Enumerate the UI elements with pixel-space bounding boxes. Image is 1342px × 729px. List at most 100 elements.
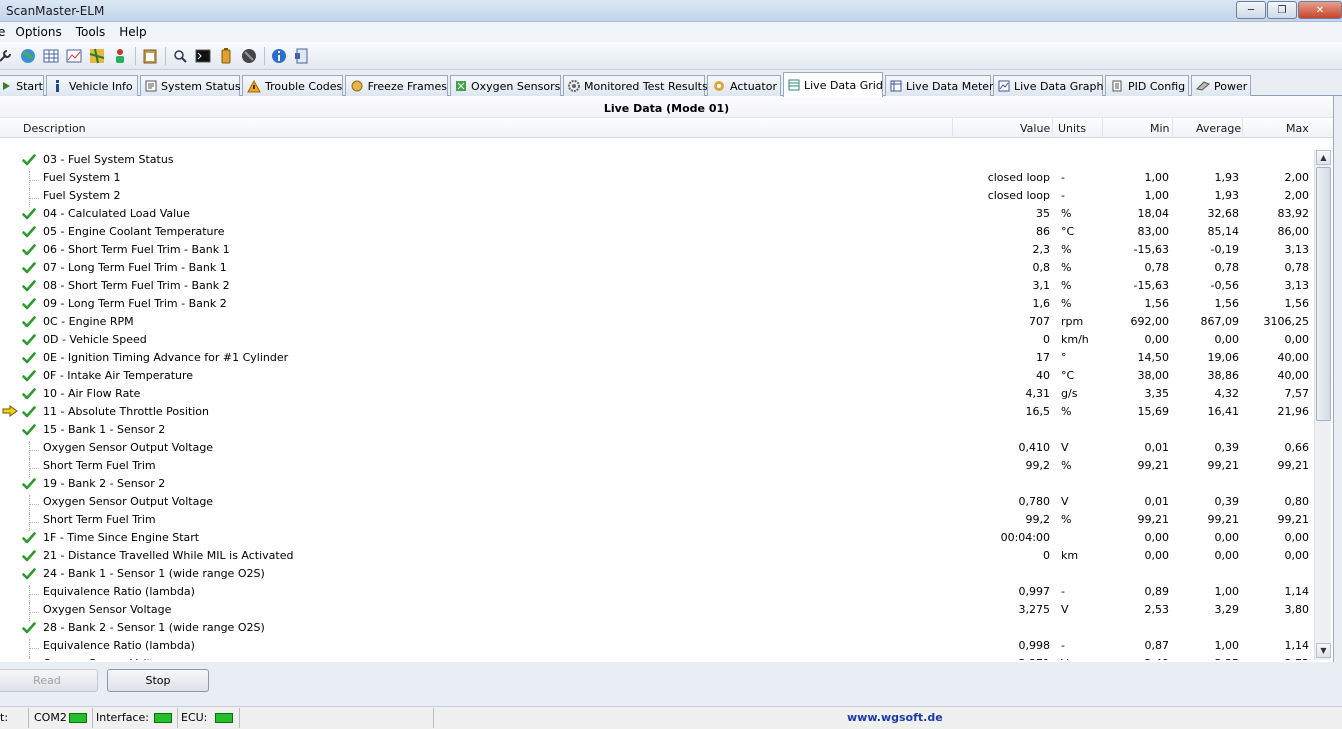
table-row[interactable]: 06 - Short Term Fuel Trim - Bank 1 2,3% -1… xyxy=(0,240,1314,258)
table-row[interactable]: 1F - Time Since Engine Start 00:04:00 0,00… xyxy=(0,528,1314,546)
check-icon[interactable] xyxy=(22,351,36,365)
minimize-button[interactable]: ─ xyxy=(1236,1,1266,19)
tab-live-data-meter[interactable]: Live Data Meter xyxy=(885,75,994,96)
check-icon[interactable] xyxy=(22,333,36,347)
check-icon[interactable] xyxy=(22,297,36,311)
table-row[interactable]: 10 - Air Flow Rate 4,31 g/s 3,35 4,32 7,57 xyxy=(0,384,1314,402)
battery-icon[interactable] xyxy=(217,47,235,65)
globe-icon[interactable] xyxy=(19,47,37,65)
stop-button[interactable]: Stop xyxy=(107,669,209,692)
col-min[interactable]: Min xyxy=(1150,122,1170,135)
tab-pid-config[interactable]: PID Config xyxy=(1105,75,1189,96)
action-buttons: Read Stop xyxy=(0,664,1342,698)
toolbar-separator xyxy=(135,46,136,65)
check-icon[interactable] xyxy=(22,225,36,239)
menu-help[interactable]: Help xyxy=(119,25,146,39)
vertical-scrollbar[interactable]: ▲ ▼ xyxy=(1314,150,1331,660)
check-icon[interactable] xyxy=(22,315,36,329)
maximize-button[interactable]: ❐ xyxy=(1267,1,1297,19)
check-icon[interactable] xyxy=(22,243,36,257)
table-row[interactable]: 05 - Engine Coolant Temperature 86 °C 83,00… xyxy=(0,222,1314,240)
table-row[interactable]: 28 - Bank 2 - Sensor 1 (wide range O2S) xyxy=(0,618,1314,636)
check-icon[interactable] xyxy=(22,621,36,635)
scroll-down-arrow[interactable]: ▼ xyxy=(1316,643,1331,658)
table-row[interactable]: Fuel System 1 closed loop - 1,00 1,93 2,00 xyxy=(0,168,1314,189)
wrench-icon[interactable] xyxy=(0,47,14,65)
row-unit: % xyxy=(1061,513,1072,526)
table-row[interactable]: 19 - Bank 2 - Sensor 2 xyxy=(0,474,1314,492)
table-row[interactable]: 03 - Fuel System Status xyxy=(0,150,1314,168)
table-row[interactable]: Short Term Fuel Trim 99,2% 99,21 99,21 99,21 xyxy=(0,510,1314,531)
table-row[interactable]: 04 - Calculated Load Value 35% 18,04 32,68 8… xyxy=(0,204,1314,222)
map-icon[interactable] xyxy=(88,47,106,65)
person-icon[interactable] xyxy=(111,47,129,65)
col-units[interactable]: Units xyxy=(1058,122,1086,135)
table-row[interactable]: Equivalence Ratio (lambda) 0,998- 0,87 1,00… xyxy=(0,636,1314,657)
check-icon[interactable] xyxy=(22,405,36,419)
row-min: 0,01 xyxy=(1144,441,1170,454)
menu-tools[interactable]: Tools xyxy=(76,25,106,39)
table-row[interactable]: 08 - Short Term Fuel Trim - Bank 2 3,1% -1… xyxy=(0,276,1314,294)
tab-label: Start xyxy=(16,79,43,93)
table-row[interactable]: 0F - Intake Air Temperature 40 °C 38,00 38,8… xyxy=(0,366,1314,384)
tab-live-data-grid[interactable]: Live Data Grid xyxy=(783,72,883,97)
table-row[interactable]: 09 - Long Term Fuel Trim - Bank 2 1,6% 1,5… xyxy=(0,294,1314,312)
row-min: 0,01 xyxy=(1144,495,1170,508)
menu-file[interactable]: e xyxy=(0,25,5,39)
check-icon[interactable] xyxy=(22,423,36,437)
table-row[interactable]: 11 - Absolute Throttle Position 16,5% 15,6… xyxy=(0,402,1314,420)
table-row[interactable]: 15 - Bank 1 - Sensor 2 xyxy=(0,420,1314,438)
menu-options[interactable]: Options xyxy=(15,25,61,39)
check-icon[interactable] xyxy=(22,153,36,167)
clipboard-icon[interactable] xyxy=(141,47,159,65)
close-button[interactable]: ✕ xyxy=(1298,1,1342,19)
info-icon[interactable] xyxy=(270,47,288,65)
tab-freeze-frames[interactable]: Freeze Frames xyxy=(345,75,448,96)
website-link[interactable]: www.wgsoft.de xyxy=(847,711,943,724)
check-icon[interactable] xyxy=(22,369,36,383)
grid-icon[interactable] xyxy=(42,47,60,65)
terminal-icon[interactable] xyxy=(194,47,212,65)
col-max[interactable]: Max xyxy=(1286,122,1309,135)
tab-start[interactable]: Start xyxy=(0,75,44,96)
scroll-up-arrow[interactable]: ▲ xyxy=(1316,150,1331,165)
check-icon[interactable] xyxy=(22,549,36,563)
tab-system-status[interactable]: System Status xyxy=(140,75,241,96)
col-description[interactable]: Description xyxy=(23,122,86,135)
tab-vehicle-info[interactable]: Vehicle Info xyxy=(46,75,138,96)
read-button[interactable]: Read xyxy=(0,669,98,692)
table-row[interactable]: Fuel System 2 closed loop - 1,00 1,93 2,00 xyxy=(0,186,1314,207)
tab-actuator[interactable]: Actuator xyxy=(707,75,781,96)
check-icon[interactable] xyxy=(22,207,36,221)
scroll-thumb[interactable] xyxy=(1316,167,1331,421)
col-value[interactable]: Value xyxy=(1020,122,1050,135)
table-row[interactable]: 24 - Bank 1 - Sensor 1 (wide range O2S) xyxy=(0,564,1314,582)
document-icon[interactable] xyxy=(293,47,311,65)
table-row[interactable]: 21 - Distance Travelled While MIL is Act… xyxy=(0,546,1314,564)
check-icon[interactable] xyxy=(22,279,36,293)
table-row[interactable]: 0E - Ignition Timing Advance for #1 Cyli… xyxy=(0,348,1314,366)
tab-monitored-test-results[interactable]: Monitored Test Results xyxy=(563,75,708,96)
chart-icon[interactable] xyxy=(65,47,83,65)
tab-live-data-graph[interactable]: Live Data Graph xyxy=(993,75,1103,96)
tab-trouble-codes[interactable]: Trouble Codes xyxy=(242,75,343,96)
table-row[interactable]: Oxygen Sensor Output Voltage 0,780 V 0,01 0,… xyxy=(0,492,1314,513)
stop-icon[interactable] xyxy=(240,47,258,65)
table-row[interactable]: Oxygen Sensor Voltage 3,275 V 2,53 3,29 3,80 xyxy=(0,600,1314,621)
col-average[interactable]: Average xyxy=(1196,122,1241,135)
table-row[interactable]: Equivalence Ratio (lambda) 0,997- 0,89 1,00… xyxy=(0,582,1314,603)
table-row[interactable]: Oxygen Sensor Voltage 3,371 V 2,49 3,35 3,72 xyxy=(0,654,1314,660)
check-icon[interactable] xyxy=(22,387,36,401)
check-icon[interactable] xyxy=(22,531,36,545)
table-row[interactable]: 0D - Vehicle Speed 0 km/h 0,00 0,00 0,00 xyxy=(0,330,1314,348)
search-icon[interactable] xyxy=(171,47,189,65)
check-icon[interactable] xyxy=(22,477,36,491)
table-row[interactable]: Oxygen Sensor Output Voltage 0,410 V 0,01 0,… xyxy=(0,438,1314,459)
tab-power[interactable]: Power xyxy=(1191,75,1251,96)
check-icon[interactable] xyxy=(22,567,36,581)
tab-oxygen-sensors[interactable]: Oxygen Sensors xyxy=(450,75,561,96)
table-row[interactable]: Short Term Fuel Trim 99,2% 99,21 99,21 99,21 xyxy=(0,456,1314,477)
table-row[interactable]: 07 - Long Term Fuel Trim - Bank 1 0,8% 0,7… xyxy=(0,258,1314,276)
check-icon[interactable] xyxy=(22,261,36,275)
table-row[interactable]: 0C - Engine RPM 707 rpm 692,00 867,09 3106,25 xyxy=(0,312,1314,330)
